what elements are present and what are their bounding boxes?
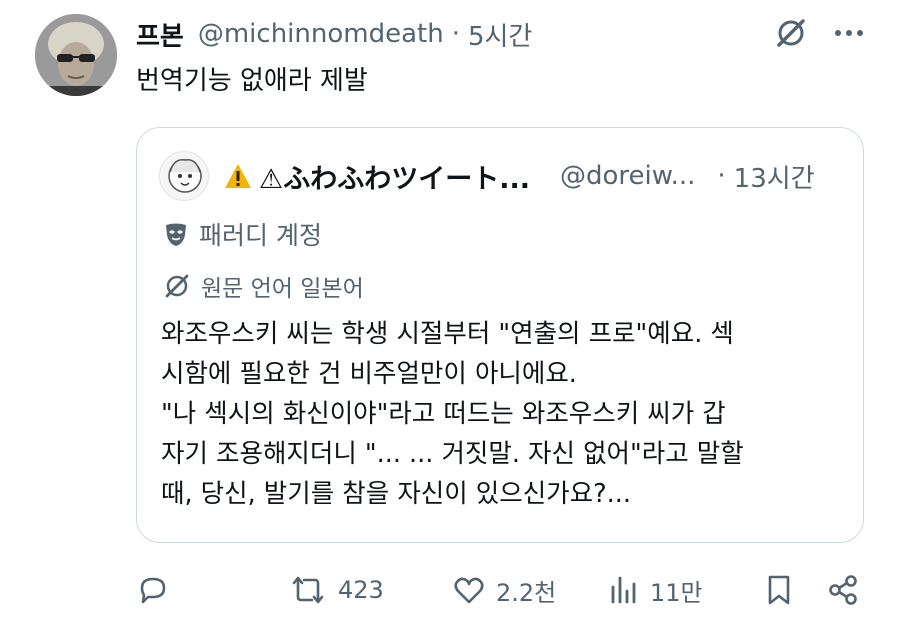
quoted-body-line: 시함에 필요한 건 비주얼만이 아니에요. [161,359,577,389]
tweet-action-bar: 423 2.2천 11만 [136,566,864,614]
quoted-handle[interactable]: @doreiw... [560,161,695,191]
bookmark-icon [764,573,794,607]
quoted-tweet[interactable]: ⚠ふわふわツイート... @doreiw... · 13시간 패러디 계정 원문… [136,127,864,543]
grok-icon[interactable] [774,16,808,50]
quoted-body-line: 와조우스키 씨는 학생 시절부터 "연출의 프로"예요. 섹 [161,319,734,349]
quoted-author-avatar[interactable] [159,151,209,201]
warning-icon [223,162,253,190]
author-display-name[interactable]: 프본 [136,16,184,53]
original-language-note[interactable]: 원문 언어 일본어 [163,268,364,304]
quoted-body-line: 자기 조용해지더니 "... ... 거짓말. 자신 없어"라고 말할 [161,439,744,469]
quoted-timestamp[interactable]: 13시간 [734,158,815,195]
tweet-text: 번역기능 없애라 제발 [136,66,368,96]
retweet-count: 423 [338,576,384,604]
reply-button[interactable] [136,566,180,614]
like-button[interactable]: 2.2천 [452,566,556,614]
more-options-icon[interactable] [834,28,864,38]
analytics-icon [606,573,640,607]
quoted-separator-dot: · [717,161,726,191]
heart-icon [452,573,486,607]
author-handle[interactable]: @michinnomdeath [198,19,444,49]
tweet-timestamp[interactable]: 5시간 [468,16,532,53]
separator-dot: · [451,19,460,49]
retweet-icon [288,573,328,607]
tweet-top-actions [774,16,864,50]
parody-label: 패러디 계정 [199,221,322,250]
original-language-label: 원문 언어 일본어 [201,276,364,302]
quoted-body-line: 때, 당신, 발기를 참을 자신이 있으신가요?... [161,479,631,509]
quoted-tweet-header: ⚠ふわふわツイート... @doreiw... · 13시간 [223,156,815,196]
share-button[interactable] [826,566,860,614]
bookmark-button[interactable] [764,566,794,614]
views-button[interactable]: 11만 [606,566,703,614]
retweet-button[interactable]: 423 [288,566,384,614]
parody-badge: 패러디 계정 [163,214,322,254]
reply-icon [136,573,170,607]
views-count: 11만 [650,578,703,607]
like-count: 2.2천 [496,578,557,607]
author-avatar[interactable] [35,14,117,96]
quoted-body-line: "나 섹시의 화신이야"라고 떠드는 와조우스키 씨가 갑 [161,399,726,429]
quoted-display-name[interactable]: ⚠ふわふわツイート... [259,157,530,196]
share-icon [826,573,860,607]
tweet-header: 프본 @michinnomdeath · 5시간 [136,14,532,54]
grok-translate-icon [163,272,191,300]
quoted-tweet-body: 와조우스키 씨는 학생 시절부터 "연출의 프로"예요. 섹 시함에 필요한 건… [161,314,851,514]
parody-mask-icon [163,221,189,247]
